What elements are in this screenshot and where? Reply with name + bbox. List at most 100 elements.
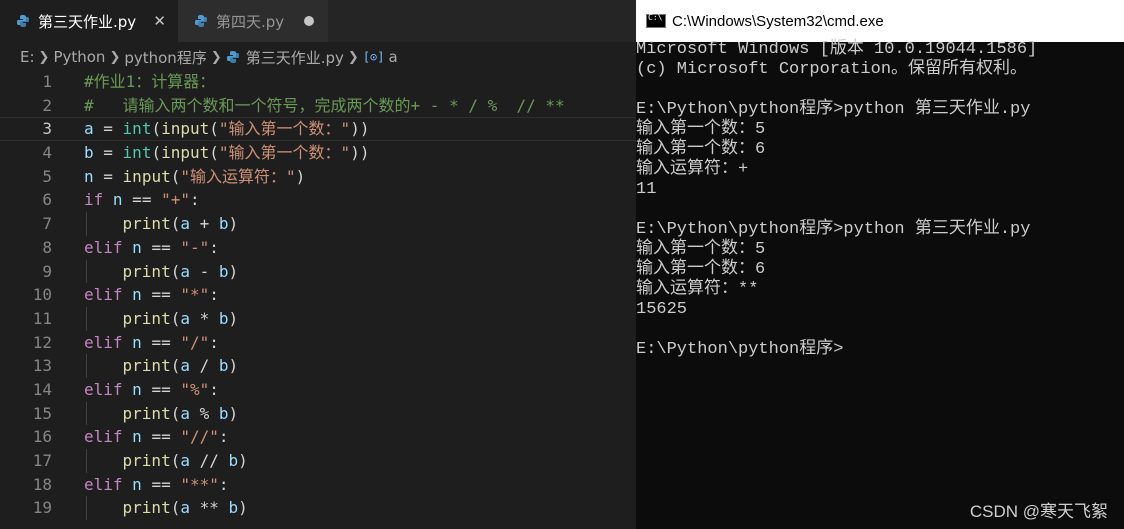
console-line: 输入第一个数：6 bbox=[636, 140, 766, 159]
tab-disitian[interactable]: 第四天.py bbox=[178, 0, 328, 42]
code-token: ) bbox=[238, 451, 248, 470]
line-source: print(a - b) bbox=[84, 260, 239, 284]
code-token: a bbox=[180, 261, 190, 281]
cmd-window[interactable]: C:\Windows\System32\cmd.exe Microsoft Wi… bbox=[636, 0, 1124, 529]
code-line[interactable]: 14 elif n == "%": bbox=[0, 378, 636, 402]
code-token: ) bbox=[228, 308, 239, 328]
code-token: ( bbox=[209, 119, 219, 139]
code-line[interactable]: 16 elif n == "//": bbox=[0, 425, 636, 449]
code-line[interactable]: 11 print(a * b) bbox=[0, 306, 636, 331]
code-token: b bbox=[218, 261, 229, 281]
line-number: 12 bbox=[32, 332, 52, 352]
code-token: = bbox=[93, 119, 123, 139]
code-token: "+" bbox=[161, 190, 190, 210]
code-token: b bbox=[218, 308, 229, 328]
code-line[interactable]: 17 print(a // b) bbox=[0, 449, 636, 473]
window-title: C:\Windows\System32\cmd.exe bbox=[672, 12, 884, 30]
breadcrumb-drive[interactable]: E: bbox=[20, 48, 35, 66]
console-line: E:\Python\python程序>python 第三天作业.py bbox=[636, 100, 1031, 119]
console-line: 11 bbox=[636, 180, 657, 199]
code-token: / bbox=[189, 356, 219, 376]
unsaved-dot-icon[interactable] bbox=[304, 16, 314, 26]
code-token: == bbox=[122, 190, 162, 210]
line-number: 15 bbox=[32, 403, 52, 423]
line-number: 11 bbox=[32, 308, 52, 328]
breadcrumb-program-folder[interactable]: python程序 bbox=[124, 47, 206, 68]
line-source: print(a / b) bbox=[84, 354, 239, 378]
code-token: b bbox=[218, 214, 229, 234]
console-line: 输入运算符：+ bbox=[636, 160, 749, 179]
line-number: 14 bbox=[32, 379, 52, 399]
code-token: - bbox=[189, 261, 219, 281]
code-line[interactable]: 19 print(a ** b) bbox=[0, 496, 636, 521]
tab-disansan-zuoye[interactable]: 第三天作业.py ✕ bbox=[0, 0, 178, 42]
python-file-icon bbox=[17, 15, 29, 27]
breadcrumb-file[interactable]: 第三天作业.py bbox=[246, 47, 344, 68]
cmd-titlebar[interactable]: C:\Windows\System32\cmd.exe bbox=[636, 0, 1124, 42]
line-number: 13 bbox=[32, 356, 52, 376]
code-line[interactable]: 12 elif n == "/": bbox=[0, 331, 636, 355]
code-token: == bbox=[141, 332, 181, 352]
breadcrumb-python-folder[interactable]: Python bbox=[53, 48, 105, 66]
code-token: == bbox=[141, 379, 181, 399]
code-token: ) bbox=[238, 498, 248, 518]
code-line[interactable]: 7 print(a + b) bbox=[0, 212, 636, 236]
console-output[interactable]: Microsoft Windows [版本 10.0.19044.1586] (c… bbox=[636, 40, 1124, 360]
code-area[interactable]: 1 #作业1：计算器： 2 # 请输入两个数和一个符号，完成两个数的+ - * / %… bbox=[0, 70, 636, 521]
line-source: print(a % b) bbox=[84, 402, 239, 426]
code-line[interactable]: 10 elif n == "*": bbox=[0, 283, 636, 307]
line-number: 17 bbox=[32, 451, 52, 470]
line-source: elif n == "*": bbox=[84, 283, 219, 307]
code-line[interactable]: 8 elif n == "-": bbox=[0, 236, 636, 260]
code-editor[interactable]: 第三天作业.py ✕ 第四天.py E: ❯ Python ❯ python程序… bbox=[0, 0, 636, 529]
code-line[interactable]: 1 #作业1：计算器： bbox=[0, 70, 636, 94]
code-token: == bbox=[141, 474, 181, 494]
line-source: elif n == "/": bbox=[84, 331, 219, 355]
code-line[interactable]: 5 n = input("输入运算符：") bbox=[0, 165, 636, 189]
console-line: 输入第一个数：5 bbox=[636, 120, 766, 139]
code-line[interactable]: 3a = int(input("输入第一个数：")) bbox=[0, 117, 636, 141]
code-token: "输入运算符：" bbox=[180, 166, 296, 186]
console-line: (c) Microsoft Corporation。保留所有权利。 bbox=[636, 60, 1028, 79]
line-number: 19 bbox=[32, 498, 52, 518]
code-line[interactable]: 18 elif n == "**": bbox=[0, 473, 636, 497]
code-token: = bbox=[93, 166, 123, 186]
breadcrumb-symbol[interactable]: a bbox=[389, 48, 398, 66]
code-token: : bbox=[209, 237, 219, 257]
code-line[interactable]: 13 print(a / b) bbox=[0, 354, 636, 378]
code-token: n bbox=[132, 474, 142, 494]
line-number: 4 bbox=[42, 143, 52, 163]
code-token: print bbox=[122, 214, 171, 234]
code-token: : bbox=[218, 474, 229, 494]
code-token: input bbox=[161, 119, 210, 139]
python-file-icon bbox=[195, 15, 207, 27]
code-line[interactable]: 9 print(a - b) bbox=[0, 259, 636, 284]
code-token: ( bbox=[151, 143, 162, 163]
watermark: CSDN @寒天飞絮 bbox=[969, 502, 1108, 521]
code-token: #作业1：计算器： bbox=[84, 72, 216, 91]
code-token: n bbox=[132, 332, 142, 352]
code-token: "%" bbox=[180, 379, 210, 399]
code-line[interactable]: 4b = int(input("输入第一个数：")) bbox=[0, 141, 636, 165]
close-icon[interactable]: ✕ bbox=[153, 12, 166, 30]
code-line[interactable]: 2 # 请输入两个数和一个符号，完成两个数的+ - * / % // ** bbox=[0, 94, 636, 118]
code-token: elif bbox=[84, 474, 123, 494]
code-token: ( bbox=[170, 308, 181, 328]
line-source: if n == "+": bbox=[84, 188, 200, 212]
code-token: : bbox=[209, 332, 219, 352]
code-token: ) bbox=[228, 356, 239, 376]
code-token: == bbox=[141, 285, 181, 305]
code-token: a bbox=[180, 403, 190, 423]
code-line[interactable]: 15 print(a % b) bbox=[0, 401, 636, 426]
line-number: 18 bbox=[32, 474, 52, 494]
code-token: a bbox=[180, 356, 190, 376]
code-line[interactable]: 6 if n == "+": bbox=[0, 188, 636, 212]
code-token: "输入第一个数：" bbox=[218, 119, 351, 139]
code-token: ) bbox=[228, 403, 239, 423]
